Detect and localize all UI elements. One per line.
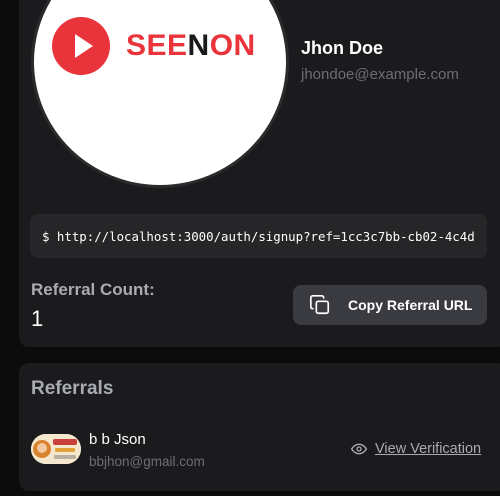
- logo-text-part-3: ON: [209, 29, 256, 62]
- profile-email: jhondoe@example.com: [301, 66, 459, 83]
- referrals-card: Referrals b b Json bbjhon@gmail.com View…: [19, 363, 500, 491]
- referrals-title: Referrals: [31, 378, 114, 399]
- profile-name: Jhon Doe: [301, 38, 384, 58]
- view-verification-link[interactable]: View Verification: [351, 441, 481, 457]
- brand-logo-text: SEENON: [126, 29, 256, 63]
- referral-count-value: 1: [31, 306, 44, 331]
- referral-avatar: [31, 434, 81, 464]
- play-logo-icon: [52, 17, 110, 75]
- copy-referral-url-button[interactable]: Copy Referral URL: [293, 285, 487, 325]
- referral-name: b b Json: [89, 431, 146, 448]
- referral-url-text[interactable]: $ http://localhost:3000/auth/signup?ref=…: [42, 229, 475, 244]
- referral-avatar-image: [31, 434, 81, 464]
- eye-icon: [351, 443, 367, 455]
- logo-text-part-1: SEE: [126, 29, 188, 62]
- referral-email: bbjhon@gmail.com: [89, 454, 205, 469]
- view-verification-label[interactable]: View Verification: [375, 441, 481, 457]
- copy-button-label: Copy Referral URL: [348, 297, 473, 313]
- logo-text-part-2: N: [187, 29, 210, 62]
- profile-avatar: SEENON: [31, 0, 289, 188]
- copy-icon: [310, 295, 330, 315]
- referral-url-box[interactable]: $ http://localhost:3000/auth/signup?ref=…: [30, 214, 487, 258]
- referral-count-label: Referral Count:: [31, 280, 155, 299]
- profile-card: SEENON Jhon Doe jhondoe@example.com $ ht…: [19, 0, 500, 347]
